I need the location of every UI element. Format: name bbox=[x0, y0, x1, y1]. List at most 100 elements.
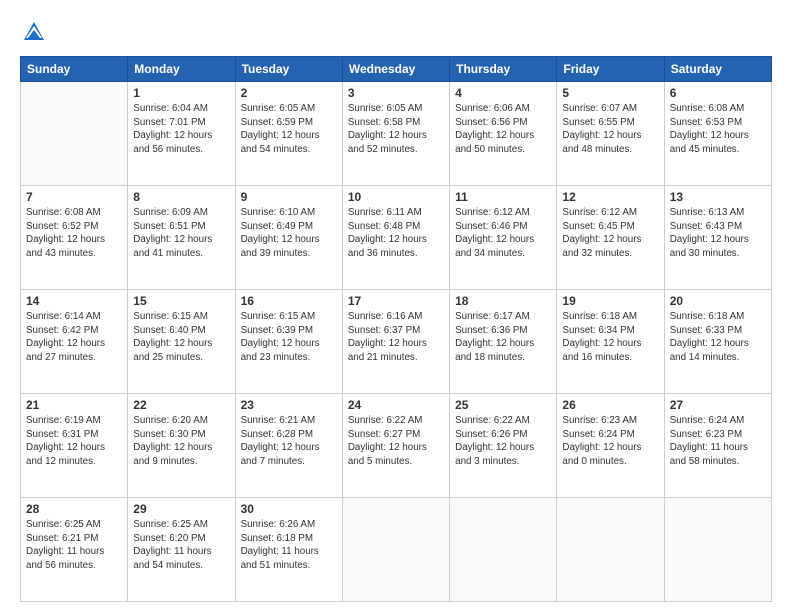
day-info: Sunrise: 6:13 AM Sunset: 6:43 PM Dayligh… bbox=[670, 206, 766, 261]
day-info: Sunrise: 6:22 AM Sunset: 6:26 PM Dayligh… bbox=[455, 414, 551, 469]
day-info: Sunrise: 6:08 AM Sunset: 6:53 PM Dayligh… bbox=[670, 102, 766, 157]
day-info: Sunrise: 6:09 AM Sunset: 6:51 PM Dayligh… bbox=[133, 206, 229, 261]
day-number: 10 bbox=[348, 190, 444, 204]
day-number: 18 bbox=[455, 294, 551, 308]
day-number: 2 bbox=[241, 86, 337, 100]
calendar-cell: 18 Sunrise: 6:17 AM Sunset: 6:36 PM Dayli… bbox=[450, 290, 557, 394]
weekday-header-saturday: Saturday bbox=[664, 57, 771, 82]
calendar-cell bbox=[342, 498, 449, 602]
day-number: 17 bbox=[348, 294, 444, 308]
day-number: 5 bbox=[562, 86, 658, 100]
weekday-header-tuesday: Tuesday bbox=[235, 57, 342, 82]
day-number: 12 bbox=[562, 190, 658, 204]
day-number: 30 bbox=[241, 502, 337, 516]
calendar-cell: 7Sunrise: 6:08 AM Sunset: 6:52 PM Daylig… bbox=[21, 186, 128, 290]
calendar-cell: 23Sunrise: 6:21 AM Sunset: 6:28 PM Dayli… bbox=[235, 394, 342, 498]
calendar-week-5: 28Sunrise: 6:25 AM Sunset: 6:21 PM Dayli… bbox=[21, 498, 772, 602]
day-number: 11 bbox=[455, 190, 551, 204]
logo-icon bbox=[20, 18, 48, 46]
day-number: 27 bbox=[670, 398, 766, 412]
day-info: Sunrise: 6:18 AM Sunset: 6:34 PM Dayligh… bbox=[562, 310, 658, 365]
day-number: 7 bbox=[26, 190, 122, 204]
calendar-cell: 24 Sunrise: 6:22 AM Sunset: 6:27 PM Dayli… bbox=[342, 394, 449, 498]
day-info: Sunrise: 6:25 AM Sunset: 6:21 PM Dayligh… bbox=[26, 518, 122, 573]
day-info: Sunrise: 6:06 AM Sunset: 6:56 PM Dayligh… bbox=[455, 102, 551, 157]
page: SundayMondayTuesdayWednesdayThursdayFrid… bbox=[0, 0, 792, 612]
day-number: 19 bbox=[562, 294, 658, 308]
day-info: Sunrise: 6:24 AM Sunset: 6:23 PM Dayligh… bbox=[670, 414, 766, 469]
calendar-cell: 17 Sunrise: 6:16 AM Sunset: 6:37 PM Dayli… bbox=[342, 290, 449, 394]
day-number: 25 bbox=[455, 398, 551, 412]
calendar-cell: 19 Sunrise: 6:18 AM Sunset: 6:34 PM Dayli… bbox=[557, 290, 664, 394]
weekday-header-monday: Monday bbox=[128, 57, 235, 82]
calendar-cell: 16Sunrise: 6:15 AM Sunset: 6:39 PM Dayli… bbox=[235, 290, 342, 394]
day-number: 9 bbox=[241, 190, 337, 204]
day-number: 13 bbox=[670, 190, 766, 204]
calendar-cell: 6 Sunrise: 6:08 AM Sunset: 6:53 PM Daylig… bbox=[664, 82, 771, 186]
calendar-cell: 3 Sunrise: 6:05 AM Sunset: 6:58 PM Daylig… bbox=[342, 82, 449, 186]
day-number: 26 bbox=[562, 398, 658, 412]
day-info: Sunrise: 6:18 AM Sunset: 6:33 PM Dayligh… bbox=[670, 310, 766, 365]
day-info: Sunrise: 6:25 AM Sunset: 6:20 PM Dayligh… bbox=[133, 518, 229, 573]
day-number: 24 bbox=[348, 398, 444, 412]
day-number: 14 bbox=[26, 294, 122, 308]
day-info: Sunrise: 6:20 AM Sunset: 6:30 PM Dayligh… bbox=[133, 414, 229, 469]
header bbox=[20, 18, 772, 46]
day-info: Sunrise: 6:11 AM Sunset: 6:48 PM Dayligh… bbox=[348, 206, 444, 261]
day-number: 6 bbox=[670, 86, 766, 100]
day-number: 29 bbox=[133, 502, 229, 516]
day-info: Sunrise: 6:05 AM Sunset: 6:58 PM Dayligh… bbox=[348, 102, 444, 157]
calendar-cell: 26 Sunrise: 6:23 AM Sunset: 6:24 PM Dayli… bbox=[557, 394, 664, 498]
day-info: Sunrise: 6:21 AM Sunset: 6:28 PM Dayligh… bbox=[241, 414, 337, 469]
calendar-body: 1 Sunrise: 6:04 AM Sunset: 7:01 PM Daylig… bbox=[21, 82, 772, 602]
day-number: 22 bbox=[133, 398, 229, 412]
calendar-week-4: 21 Sunrise: 6:19 AM Sunset: 6:31 PM Dayli… bbox=[21, 394, 772, 498]
calendar: SundayMondayTuesdayWednesdayThursdayFrid… bbox=[20, 56, 772, 602]
calendar-cell: 22 Sunrise: 6:20 AM Sunset: 6:30 PM Dayli… bbox=[128, 394, 235, 498]
weekday-header-friday: Friday bbox=[557, 57, 664, 82]
logo bbox=[20, 18, 52, 46]
day-info: Sunrise: 6:16 AM Sunset: 6:37 PM Dayligh… bbox=[348, 310, 444, 365]
calendar-cell: 21 Sunrise: 6:19 AM Sunset: 6:31 PM Dayli… bbox=[21, 394, 128, 498]
day-info: Sunrise: 6:26 AM Sunset: 6:18 PM Dayligh… bbox=[241, 518, 337, 573]
calendar-cell: 15Sunrise: 6:15 AM Sunset: 6:40 PM Dayli… bbox=[128, 290, 235, 394]
weekday-header-thursday: Thursday bbox=[450, 57, 557, 82]
day-info: Sunrise: 6:04 AM Sunset: 7:01 PM Dayligh… bbox=[133, 102, 229, 157]
calendar-week-3: 14 Sunrise: 6:14 AM Sunset: 6:42 PM Dayli… bbox=[21, 290, 772, 394]
calendar-cell: 28Sunrise: 6:25 AM Sunset: 6:21 PM Dayli… bbox=[21, 498, 128, 602]
calendar-week-1: 1 Sunrise: 6:04 AM Sunset: 7:01 PM Daylig… bbox=[21, 82, 772, 186]
calendar-cell: 4 Sunrise: 6:06 AM Sunset: 6:56 PM Daylig… bbox=[450, 82, 557, 186]
calendar-week-2: 7Sunrise: 6:08 AM Sunset: 6:52 PM Daylig… bbox=[21, 186, 772, 290]
calendar-cell: 12 Sunrise: 6:12 AM Sunset: 6:45 PM Dayli… bbox=[557, 186, 664, 290]
day-info: Sunrise: 6:14 AM Sunset: 6:42 PM Dayligh… bbox=[26, 310, 122, 365]
weekday-row: SundayMondayTuesdayWednesdayThursdayFrid… bbox=[21, 57, 772, 82]
calendar-cell: 11 Sunrise: 6:12 AM Sunset: 6:46 PM Dayli… bbox=[450, 186, 557, 290]
calendar-cell: 14 Sunrise: 6:14 AM Sunset: 6:42 PM Dayli… bbox=[21, 290, 128, 394]
day-number: 15 bbox=[133, 294, 229, 308]
calendar-cell: 30 Sunrise: 6:26 AM Sunset: 6:18 PM Dayli… bbox=[235, 498, 342, 602]
calendar-cell: 1 Sunrise: 6:04 AM Sunset: 7:01 PM Daylig… bbox=[128, 82, 235, 186]
day-info: Sunrise: 6:19 AM Sunset: 6:31 PM Dayligh… bbox=[26, 414, 122, 469]
weekday-header-wednesday: Wednesday bbox=[342, 57, 449, 82]
day-info: Sunrise: 6:17 AM Sunset: 6:36 PM Dayligh… bbox=[455, 310, 551, 365]
calendar-cell bbox=[21, 82, 128, 186]
day-number: 3 bbox=[348, 86, 444, 100]
day-info: Sunrise: 6:23 AM Sunset: 6:24 PM Dayligh… bbox=[562, 414, 658, 469]
day-info: Sunrise: 6:05 AM Sunset: 6:59 PM Dayligh… bbox=[241, 102, 337, 157]
day-number: 21 bbox=[26, 398, 122, 412]
calendar-cell: 25 Sunrise: 6:22 AM Sunset: 6:26 PM Dayli… bbox=[450, 394, 557, 498]
calendar-cell: 10 Sunrise: 6:11 AM Sunset: 6:48 PM Dayli… bbox=[342, 186, 449, 290]
calendar-cell bbox=[557, 498, 664, 602]
calendar-header: SundayMondayTuesdayWednesdayThursdayFrid… bbox=[21, 57, 772, 82]
weekday-header-sunday: Sunday bbox=[21, 57, 128, 82]
day-info: Sunrise: 6:22 AM Sunset: 6:27 PM Dayligh… bbox=[348, 414, 444, 469]
calendar-cell: 5Sunrise: 6:07 AM Sunset: 6:55 PM Daylig… bbox=[557, 82, 664, 186]
calendar-cell: 9Sunrise: 6:10 AM Sunset: 6:49 PM Daylig… bbox=[235, 186, 342, 290]
day-number: 1 bbox=[133, 86, 229, 100]
day-number: 4 bbox=[455, 86, 551, 100]
calendar-cell: 27 Sunrise: 6:24 AM Sunset: 6:23 PM Dayli… bbox=[664, 394, 771, 498]
day-info: Sunrise: 6:12 AM Sunset: 6:45 PM Dayligh… bbox=[562, 206, 658, 261]
day-info: Sunrise: 6:12 AM Sunset: 6:46 PM Dayligh… bbox=[455, 206, 551, 261]
calendar-cell: 20Sunrise: 6:18 AM Sunset: 6:33 PM Dayli… bbox=[664, 290, 771, 394]
day-info: Sunrise: 6:15 AM Sunset: 6:39 PM Dayligh… bbox=[241, 310, 337, 365]
